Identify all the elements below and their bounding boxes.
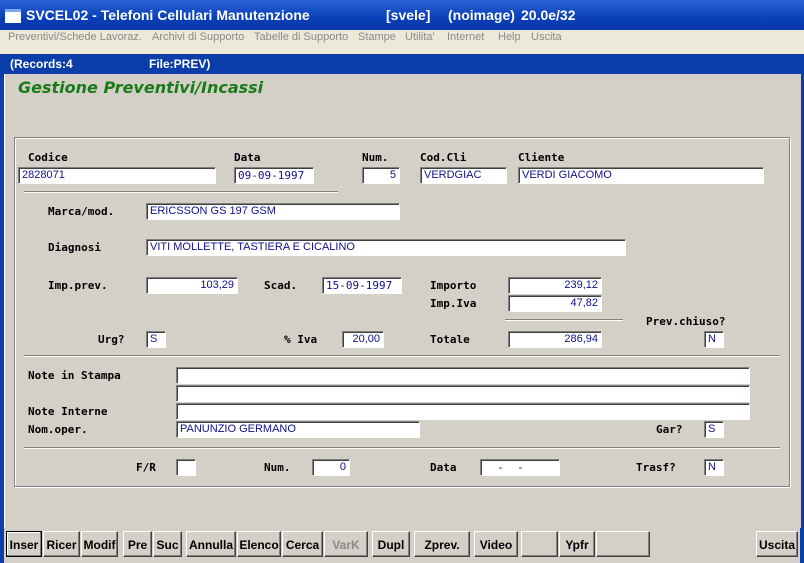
separator [24, 191, 338, 193]
totale-label: Totale [430, 333, 470, 346]
video-button[interactable]: Video [474, 531, 518, 557]
title-bar: SVCEL02 - Telefoni Cellulari Manutenzion… [0, 0, 804, 30]
dupl-button[interactable]: Dupl [372, 531, 410, 557]
note-interne-field[interactable] [176, 403, 750, 420]
prevchiuso-label: Prev.chiuso? [646, 315, 726, 328]
blank-button-2[interactable] [596, 531, 650, 557]
codcli-field[interactable]: VERDGIAC [420, 167, 507, 184]
data2-field[interactable]: - - [480, 459, 560, 476]
menu-preventivi[interactable]: Preventivi/Schede Lavoraz. [8, 31, 142, 43]
window-image-mode: (noimage) [448, 7, 515, 23]
num-label: Num. [362, 151, 389, 164]
bottom-separator [24, 447, 780, 449]
gar-field[interactable]: S [704, 421, 724, 438]
ricer-button[interactable]: Ricer [43, 531, 80, 557]
file-name: File:PREV) [149, 57, 211, 71]
codice-label: Codice [28, 151, 68, 164]
fr-label: F/R [136, 461, 156, 474]
window-icon[interactable] [5, 9, 21, 23]
importo-field[interactable]: 239,12 [508, 277, 602, 294]
num2-label: Num. [264, 461, 291, 474]
data-label: Data [234, 151, 261, 164]
trasf-field[interactable]: N [704, 459, 724, 476]
menu-help[interactable]: Help [498, 31, 521, 43]
note-stampa-line2[interactable] [176, 385, 750, 402]
zprev-button[interactable]: Zprev. [414, 531, 470, 557]
menu-bar: Preventivi/Schede Lavoraz. Archivi di Su… [0, 30, 804, 48]
menu-uscita[interactable]: Uscita [531, 31, 562, 43]
trasf-label: Trasf? [636, 461, 676, 474]
diagnosi-label: Diagnosi [48, 241, 101, 254]
gar-label: Gar? [656, 423, 683, 436]
scad-field[interactable]: 15-09-1997 [322, 277, 402, 294]
prevchiuso-field[interactable]: N [704, 331, 724, 348]
diagnosi-field[interactable]: VITI MOLLETTE, TASTIERA E CICALINO [146, 239, 626, 256]
impprev-label: Imp.prev. [48, 279, 108, 292]
marca-label: Marca/mod. [48, 205, 115, 218]
importo-label: Importo [430, 279, 477, 292]
scad-label: Scad. [264, 279, 298, 292]
menu-stampe[interactable]: Stampe [358, 31, 396, 43]
inser-button[interactable]: Inser [6, 531, 42, 557]
record-status-bar: (Records:4 File:PREV) [4, 54, 800, 74]
menu-archivi[interactable]: Archivi di Supporto [152, 31, 244, 43]
uscita-button[interactable]: Uscita [756, 531, 798, 557]
note-stampa-line1[interactable] [176, 367, 750, 384]
cliente-field[interactable]: VERDI GIACOMO [518, 167, 764, 184]
blank-button-1[interactable] [521, 531, 558, 557]
cerca-button[interactable]: Cerca [282, 531, 323, 557]
menu-utilita[interactable]: Utilita' [405, 31, 435, 43]
menu-internet[interactable]: Internet [447, 31, 484, 43]
nomoper-field[interactable]: PANUNZIO GERMANO [176, 421, 420, 438]
note-interne-label: Note Interne [28, 405, 108, 418]
data-field[interactable]: 09-09-1997 [234, 167, 314, 184]
urg-label: Urg? [98, 333, 125, 346]
form-heading: Gestione Preventivi/Incassi [18, 78, 264, 97]
window-title: SVCEL02 - Telefoni Cellulari Manutenzion… [26, 7, 576, 23]
data2-label: Data [430, 461, 457, 474]
iva-field[interactable]: 20,00 [342, 331, 384, 348]
nomoper-label: Nom.oper. [28, 423, 88, 436]
fr-field[interactable] [176, 459, 196, 476]
num2-field[interactable]: 0 [312, 459, 350, 476]
totals-separator [505, 319, 623, 321]
pre-button[interactable]: Pre [123, 531, 152, 557]
impiva-label: Imp.Iva [430, 297, 477, 310]
modif-button[interactable]: Modif [81, 531, 118, 557]
window-version: 20.0e/32 [521, 7, 576, 23]
vark-button[interactable]: VarK [324, 531, 368, 557]
menu-tabelle[interactable]: Tabelle di Supporto [254, 31, 348, 43]
suc-button[interactable]: Suc [153, 531, 182, 557]
records-count: (Records:4 [10, 57, 73, 71]
elenco-button[interactable]: Elenco [237, 531, 281, 557]
annulla-button[interactable]: Annulla [186, 531, 236, 557]
cliente-label: Cliente [518, 151, 565, 164]
note-stampa-label: Note in Stampa [28, 369, 121, 382]
totale-field[interactable]: 286,94 [508, 331, 602, 348]
codice-field[interactable]: 2828071 [18, 167, 216, 184]
num-field[interactable]: 5 [362, 167, 400, 184]
codcli-label: Cod.Cli [420, 151, 467, 164]
impiva-field[interactable]: 47,82 [508, 295, 602, 312]
marca-field[interactable]: ERICSSON GS 197 GSM [146, 203, 400, 220]
notes-separator [24, 355, 780, 357]
window-user: [svele] [386, 7, 431, 23]
ypfr-button[interactable]: Ypfr [559, 531, 595, 557]
iva-label: % Iva [284, 333, 318, 346]
urg-field[interactable]: S [146, 331, 166, 348]
impprev-field[interactable]: 103,29 [146, 277, 238, 294]
